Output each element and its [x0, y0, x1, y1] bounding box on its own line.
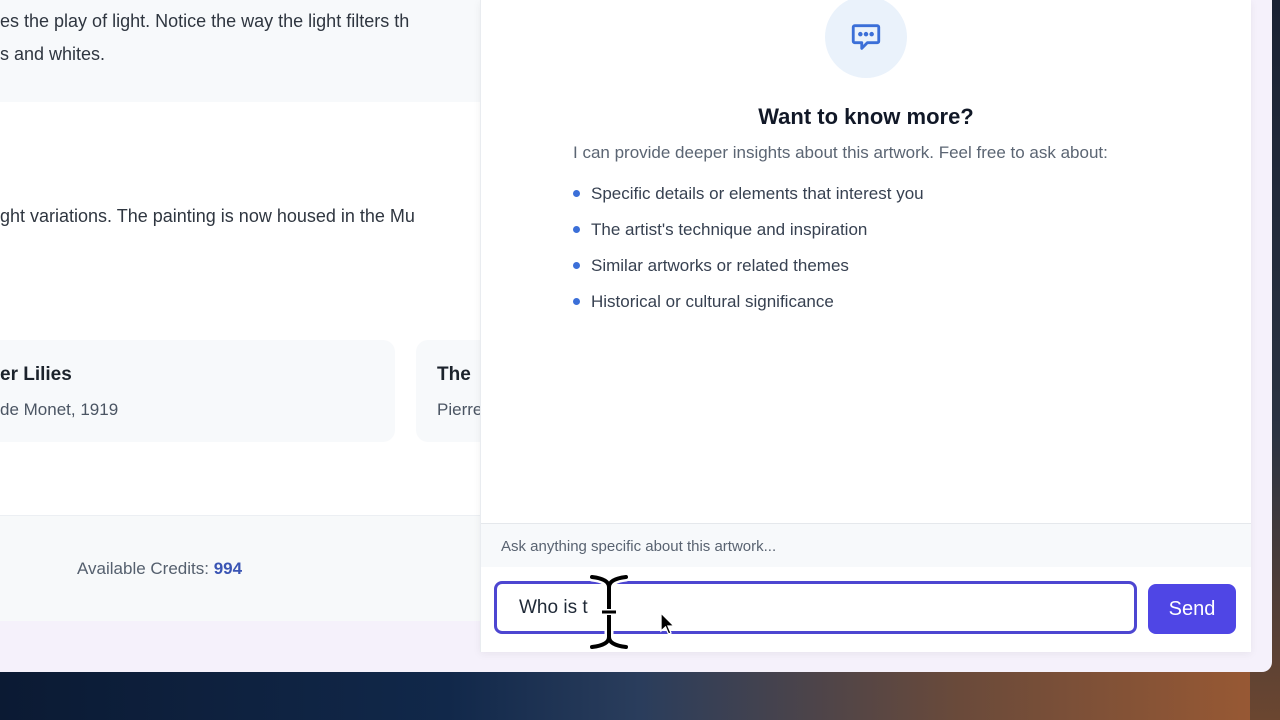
- footer-bar: Available Credits: 994: [0, 515, 480, 621]
- chat-icon-badge: [825, 0, 907, 78]
- available-credits: Available Credits: 994: [77, 559, 242, 579]
- topic-list: Specific details or elements that intere…: [573, 182, 924, 326]
- related-artwork-title: er Lilies: [0, 364, 72, 385]
- topic-item: The artist's technique and inspiration: [573, 218, 924, 254]
- related-artwork-card-1[interactable]: er Lilies de Monet, 1919: [0, 340, 395, 442]
- description-section: es the play of light. Notice the way the…: [0, 0, 480, 102]
- related-artwork-subtitle: Pierre: [437, 400, 483, 419]
- input-hint-bar: Ask anything specific about this artwork…: [481, 523, 1251, 567]
- input-hint: Ask anything specific about this artwork…: [501, 538, 777, 555]
- bullet-icon: [573, 226, 580, 233]
- topic-label: Similar artworks or related themes: [591, 256, 849, 275]
- chat-bubble-icon: [851, 24, 881, 50]
- artwork-article: es the play of light. Notice the way the…: [0, 0, 516, 621]
- credits-label: Available Credits:: [77, 559, 209, 578]
- history-text-line: ght variations. The painting is now hous…: [0, 206, 415, 226]
- topic-label: The artist's technique and inspiration: [591, 220, 868, 239]
- topic-item: Historical or cultural significance: [573, 290, 924, 326]
- bullet-icon: [573, 298, 580, 305]
- topic-item: Similar artworks or related themes: [573, 254, 924, 290]
- topic-label: Specific details or elements that intere…: [591, 184, 924, 203]
- pointer-cursor-icon: [660, 612, 676, 635]
- chat-heading: Want to know more?: [758, 104, 974, 129]
- chat-intro: I can provide deeper insights about this…: [573, 143, 1108, 162]
- topic-label: Historical or cultural significance: [591, 292, 834, 311]
- text-cursor-icon: [588, 573, 630, 651]
- send-button[interactable]: Send: [1148, 584, 1236, 634]
- bullet-icon: [573, 190, 580, 197]
- app-window: es the play of light. Notice the way the…: [0, 0, 1272, 672]
- description-text-line-1: es the play of light. Notice the way the…: [0, 11, 410, 31]
- chat-panel: Want to know more? I can provide deeper …: [480, 0, 1251, 652]
- topic-item: Specific details or elements that intere…: [573, 182, 924, 218]
- description-text-line-2: s and whites.: [0, 44, 106, 64]
- related-artwork-subtitle: de Monet, 1919: [0, 400, 119, 419]
- related-artwork-title: The: [437, 364, 471, 385]
- credits-value: 994: [213, 559, 243, 578]
- bullet-icon: [573, 262, 580, 269]
